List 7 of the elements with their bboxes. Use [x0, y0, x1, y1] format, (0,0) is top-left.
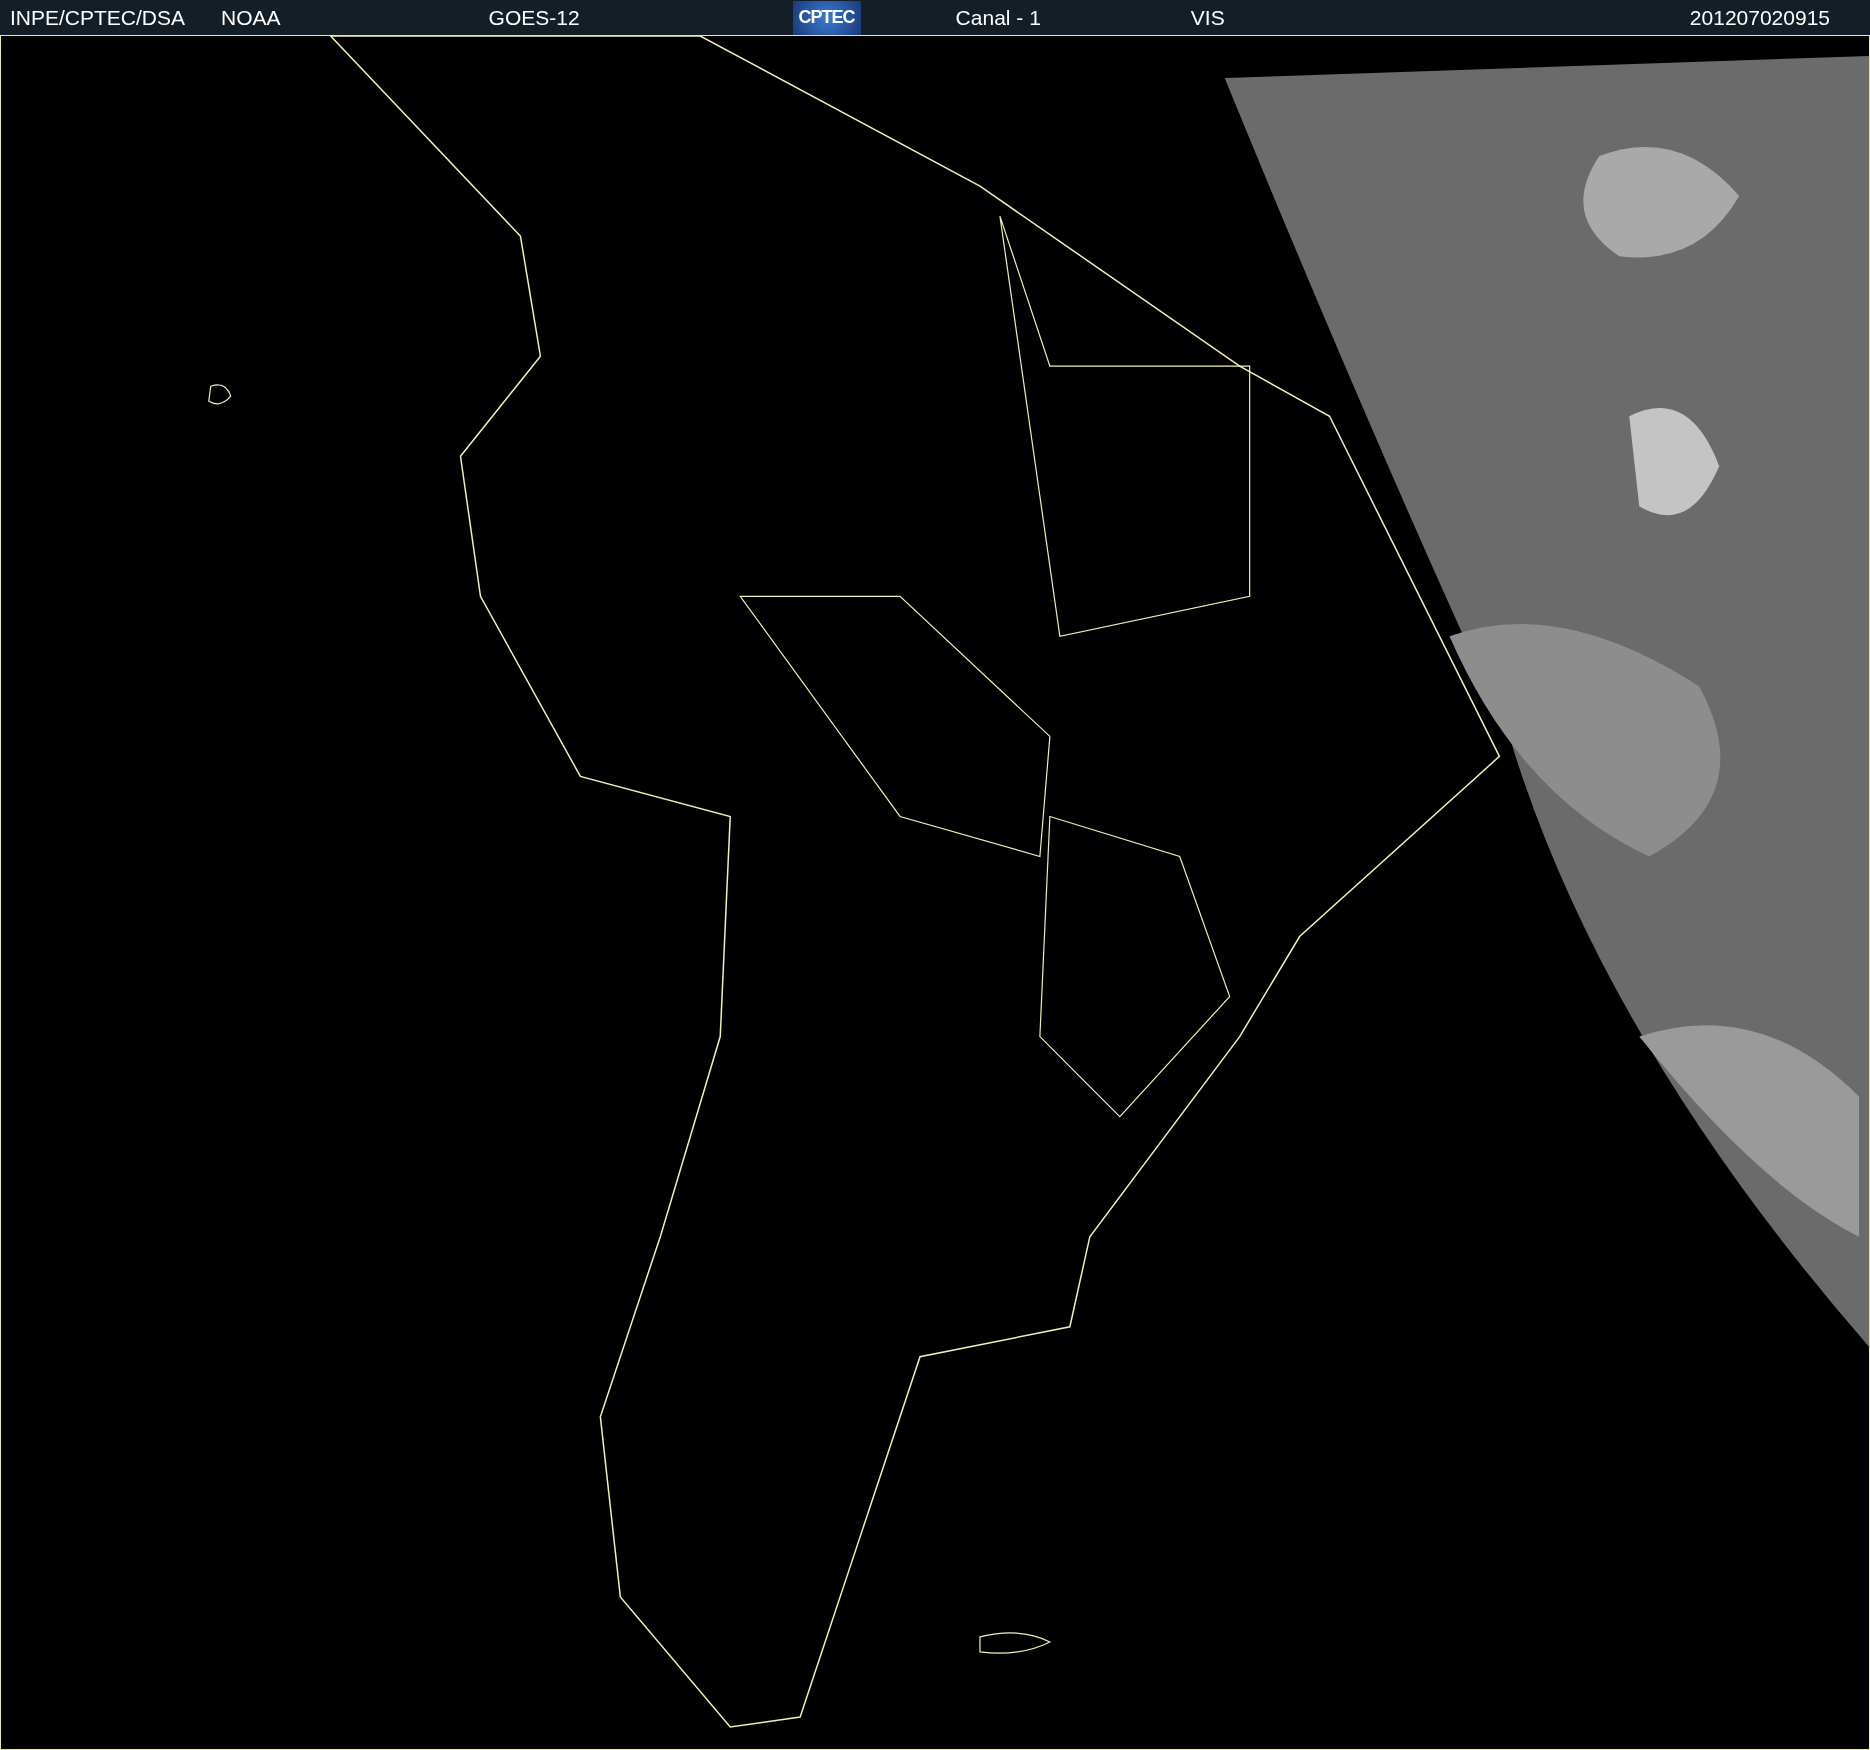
header-label: VIS [1190, 5, 1225, 30]
header-label: 201207020915 [1689, 5, 1830, 30]
header-label: GOES-12 [488, 5, 580, 30]
header-label: Canal - 1 [955, 5, 1041, 30]
header-label: NOAA [221, 5, 281, 30]
logo: CPTEC [792, 0, 861, 35]
header-label: INPE/CPTEC/DSA [10, 5, 186, 30]
